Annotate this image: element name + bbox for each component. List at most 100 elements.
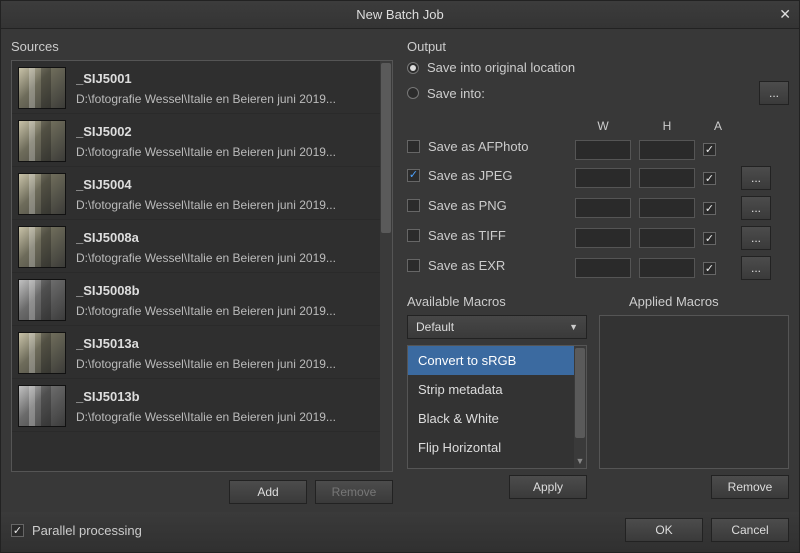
save-png-checkbox[interactable]: Save as PNG: [407, 198, 567, 213]
output-panel: Output Save into original location Save …: [407, 39, 789, 512]
list-item[interactable]: _SIJ5001 D:\fotografie Wessel\Italie en …: [12, 61, 380, 114]
file-path: D:\fotografie Wessel\Italie en Beieren j…: [76, 92, 336, 106]
close-icon[interactable]: ✕: [779, 6, 791, 23]
scrollbar-thumb[interactable]: [381, 63, 391, 233]
radio-label: Save into:: [427, 86, 485, 101]
applied-macros-list[interactable]: [599, 315, 789, 469]
save-exr-checkbox[interactable]: Save as EXR: [407, 258, 567, 273]
file-path: D:\fotografie Wessel\Italie en Beieren j…: [76, 304, 336, 318]
add-button[interactable]: Add: [229, 480, 307, 504]
scrollbar-thumb[interactable]: [575, 348, 585, 438]
thumbnail-icon: [18, 67, 66, 109]
list-item[interactable]: _SIJ5004 D:\fotografie Wessel\Italie en …: [12, 167, 380, 220]
parallel-checkbox[interactable]: ✓: [11, 524, 24, 537]
dialog-title: New Batch Job: [356, 7, 443, 22]
sources-panel: Sources _SIJ5001 D:\fotografie Wessel\It…: [11, 39, 393, 512]
aspect-checkbox[interactable]: ✓: [703, 262, 716, 275]
checkbox-icon: [407, 259, 420, 272]
height-input[interactable]: [639, 198, 695, 218]
macros-row: Default ▼ Convert to sRGB Strip metadata…: [407, 315, 789, 469]
scroll-down-icon[interactable]: ▼: [574, 456, 586, 466]
aspect-checkbox[interactable]: ✓: [703, 202, 716, 215]
format-label: Save as PNG: [428, 198, 507, 213]
thumbnail-icon: [18, 385, 66, 427]
thumbnail-icon: [18, 279, 66, 321]
thumbnail-icon: [18, 332, 66, 374]
available-macros-list[interactable]: Convert to sRGB Strip metadata Black & W…: [407, 345, 587, 469]
save-original-radio[interactable]: Save into original location: [407, 60, 789, 75]
chevron-down-icon: ▼: [569, 322, 578, 332]
col-w: W: [575, 119, 631, 133]
aspect-checkbox[interactable]: ✓: [703, 232, 716, 245]
jpeg-options-button[interactable]: ...: [741, 166, 771, 190]
macro-item[interactable]: Convert to sRGB: [408, 346, 586, 375]
width-input[interactable]: [575, 228, 631, 248]
footer-bar: ✓ Parallel processing OK Cancel: [1, 512, 799, 552]
tiff-options-button[interactable]: ...: [741, 226, 771, 250]
macro-item[interactable]: Black & White: [408, 404, 586, 433]
checkbox-icon: [407, 199, 420, 212]
width-input[interactable]: [575, 258, 631, 278]
file-name: _SIJ5013a: [76, 336, 336, 351]
height-input[interactable]: [639, 140, 695, 160]
file-name: _SIJ5001: [76, 71, 336, 86]
scrollbar[interactable]: ▼: [574, 346, 586, 468]
cancel-button[interactable]: Cancel: [711, 518, 789, 542]
titlebar: New Batch Job ✕: [1, 1, 799, 29]
macro-item[interactable]: Strip metadata: [408, 375, 586, 404]
list-item[interactable]: _SIJ5013a D:\fotografie Wessel\Italie en…: [12, 326, 380, 379]
list-item[interactable]: _SIJ5008a D:\fotografie Wessel\Italie en…: [12, 220, 380, 273]
list-item[interactable]: _SIJ5002 D:\fotografie Wessel\Italie en …: [12, 114, 380, 167]
aspect-checkbox[interactable]: ✓: [703, 172, 716, 185]
output-label: Output: [407, 39, 789, 54]
browse-button[interactable]: ...: [759, 81, 789, 105]
save-into-radio[interactable]: Save into:: [407, 86, 485, 101]
format-label: Save as TIFF: [428, 228, 506, 243]
select-value: Default: [416, 320, 454, 334]
format-label: Save as AFPhoto: [428, 139, 528, 154]
save-tiff-checkbox[interactable]: Save as TIFF: [407, 228, 567, 243]
png-options-button[interactable]: ...: [741, 196, 771, 220]
file-path: D:\fotografie Wessel\Italie en Beieren j…: [76, 198, 336, 212]
file-name: _SIJ5013b: [76, 389, 336, 404]
checkbox-icon: [407, 229, 420, 242]
macro-item[interactable]: Flip Horizontal: [408, 433, 586, 462]
exr-options-button[interactable]: ...: [741, 256, 771, 280]
macro-set-select[interactable]: Default ▼: [407, 315, 587, 339]
file-path: D:\fotografie Wessel\Italie en Beieren j…: [76, 357, 336, 371]
height-input[interactable]: [639, 228, 695, 248]
file-path: D:\fotografie Wessel\Italie en Beieren j…: [76, 251, 336, 265]
batch-job-dialog: New Batch Job ✕ Sources _SIJ5001 D:\foto…: [0, 0, 800, 553]
parallel-label: Parallel processing: [32, 523, 142, 538]
thumbnail-icon: [18, 120, 66, 162]
height-input[interactable]: [639, 258, 695, 278]
width-input[interactable]: [575, 140, 631, 160]
width-input[interactable]: [575, 198, 631, 218]
checkbox-icon: [407, 140, 420, 153]
save-afphoto-checkbox[interactable]: Save as AFPhoto: [407, 139, 567, 154]
aspect-checkbox[interactable]: ✓: [703, 143, 716, 156]
thumbnail-icon: [18, 173, 66, 215]
sources-list[interactable]: _SIJ5001 D:\fotografie Wessel\Italie en …: [11, 60, 393, 472]
save-jpeg-checkbox[interactable]: ✓ Save as JPEG: [407, 168, 567, 183]
applied-macros-label: Applied Macros: [629, 294, 719, 309]
list-item[interactable]: _SIJ5013b D:\fotografie Wessel\Italie en…: [12, 379, 380, 432]
radio-icon: [407, 62, 419, 74]
ok-button[interactable]: OK: [625, 518, 703, 542]
remove-source-button[interactable]: Remove: [315, 480, 393, 504]
remove-macro-button[interactable]: Remove: [711, 475, 789, 499]
scrollbar[interactable]: [380, 61, 392, 471]
format-label: Save as EXR: [428, 258, 505, 273]
radio-label: Save into original location: [427, 60, 575, 75]
format-label: Save as JPEG: [428, 168, 513, 183]
radio-icon: [407, 87, 419, 99]
list-item[interactable]: _SIJ5008b D:\fotografie Wessel\Italie en…: [12, 273, 380, 326]
checkbox-icon: ✓: [407, 169, 420, 182]
available-macros-label: Available Macros: [407, 294, 587, 309]
col-h: H: [639, 119, 695, 133]
file-path: D:\fotografie Wessel\Italie en Beieren j…: [76, 145, 336, 159]
apply-macro-button[interactable]: Apply: [509, 475, 587, 499]
width-input[interactable]: [575, 168, 631, 188]
formats-grid: W H A Save as AFPhoto ✓ ✓ Save as JPEG: [407, 119, 789, 280]
height-input[interactable]: [639, 168, 695, 188]
